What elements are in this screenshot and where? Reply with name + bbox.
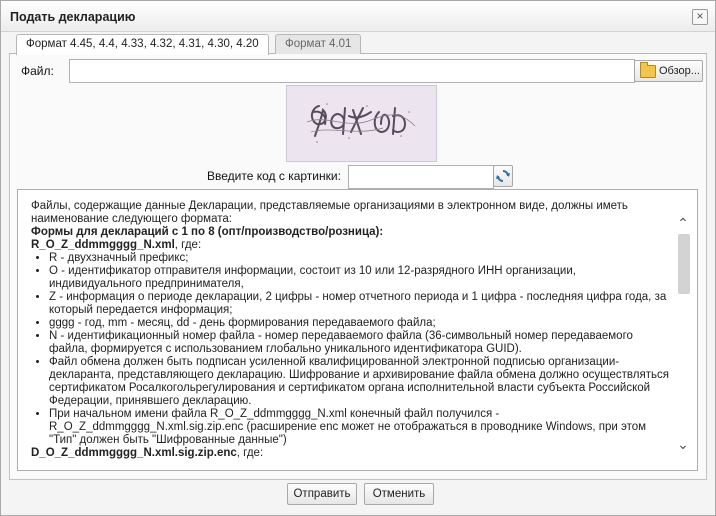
name-format: R_O_Z_ddmmgggg_N.xml (31, 239, 175, 251)
scrollbar-thumb[interactable] (678, 234, 690, 294)
instructions-content: Файлы, содержащие данные Декларации, пре… (31, 200, 671, 460)
submit-declaration-dialog: Подать декларацию × Формат 4.45, 4.4, 4.… (0, 0, 716, 516)
captcha-glyphs (287, 86, 436, 161)
list-item: Z - информация о периоде декларации, 2 ц… (49, 291, 671, 317)
dialog-titlebar[interactable]: Подать декларацию × (1, 1, 715, 32)
send-button[interactable]: Отправить (287, 483, 357, 505)
instructions-intro: Файлы, содержащие данные Декларации, пре… (31, 200, 628, 225)
folder-icon (640, 62, 656, 78)
dialog-title: Подать декларацию (10, 10, 136, 24)
refresh-icon (496, 170, 510, 182)
file-path-input[interactable] (69, 59, 635, 83)
file-label: Файл: (21, 64, 54, 78)
close-icon[interactable]: × (692, 9, 708, 25)
browse-button-label: Обзор... (659, 65, 700, 77)
list-item: N - идентификационный номер файла - номе… (49, 330, 671, 356)
captcha-code-input[interactable] (348, 165, 494, 189)
list-item: gggg - год, mm - месяц, dd - день формир… (49, 317, 671, 330)
name-format-where: , где: (174, 239, 202, 251)
final-format-where: , где: (236, 447, 264, 459)
tab-format-4-45[interactable]: Формат 4.45, 4.4, 4.33, 4.32, 4.31, 4.30… (16, 34, 269, 55)
refresh-captcha-button[interactable] (493, 165, 513, 187)
instructions-textbox[interactable]: Файлы, содержащие данные Декларации, пре… (17, 189, 698, 471)
scroll-down-icon[interactable]: ⌄ (674, 437, 692, 451)
browse-button[interactable]: Обзор... (634, 60, 703, 82)
scroll-up-icon[interactable]: ⌃ (674, 216, 692, 230)
list-item: Файл обмена должен быть подписан усиленн… (49, 356, 671, 408)
list-item: При начальном имени файла R_O_Z_ddmmgggg… (49, 408, 671, 447)
list-item: R - двухзначный префикс; (49, 252, 671, 265)
captcha-image (286, 85, 437, 162)
final-format: D_O_Z_ddmmgggg_N.xml.sig.zip.enc (31, 447, 237, 459)
list-item: O - идентификатор отправителя информации… (49, 265, 671, 291)
name-format-line: R_O_Z_ddmmgggg_N.xml, где: (31, 239, 671, 252)
format-parts-list: R - двухзначный префикс; O - идентификат… (31, 252, 671, 447)
format-tabs: Формат 4.45, 4.4, 4.33, 4.32, 4.31, 4.30… (9, 31, 707, 55)
forms-heading: Формы для деклараций с 1 по 8 (опт/произ… (31, 226, 384, 238)
captcha-code-label: Введите код с картинки: (207, 169, 341, 183)
final-format-line: D_O_Z_ddmmgggg_N.xml.sig.zip.enc, где: (31, 447, 671, 460)
tab-format-4-01[interactable]: Формат 4.01 (275, 34, 362, 54)
cancel-button[interactable]: Отменить (364, 483, 434, 505)
